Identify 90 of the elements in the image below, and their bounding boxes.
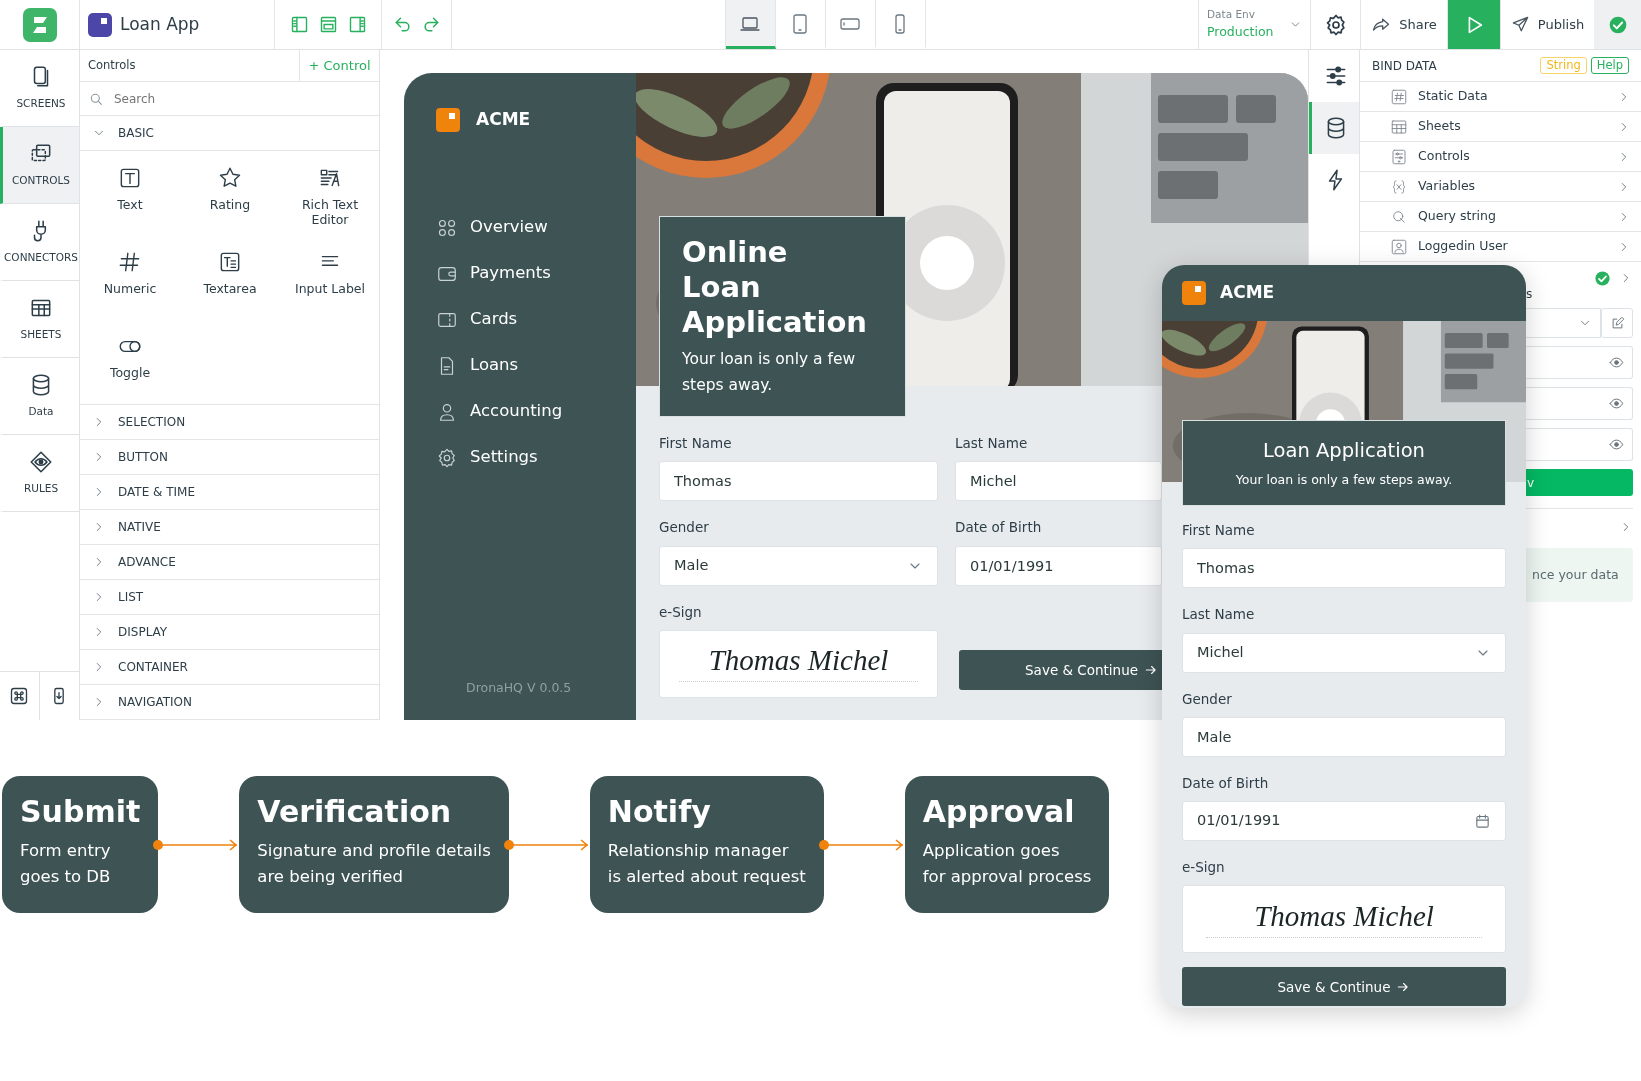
eye-icon (1609, 437, 1624, 452)
nav-item[interactable]: Loans (436, 342, 636, 389)
environment-dropdown[interactable]: Data Env Production (1199, 0, 1311, 49)
control-tile[interactable]: Rich Text Editor (280, 165, 380, 249)
eye-icon (1609, 396, 1624, 411)
panel-title: BIND DATA (1372, 57, 1438, 75)
signature-pad[interactable]: Thomas Michel (1182, 885, 1506, 954)
control-tile[interactable]: Rating (180, 165, 280, 249)
data-source-item[interactable]: Variables (1360, 172, 1641, 202)
category-header[interactable]: BASIC (80, 116, 379, 151)
text-field[interactable]: Thomas (659, 461, 938, 502)
data-source-item[interactable]: Query string (1360, 202, 1641, 232)
section-label: s (1526, 287, 1533, 301)
check-icon (1607, 14, 1628, 35)
category-header[interactable]: BUTTON (80, 440, 379, 475)
logo-icon[interactable] (22, 7, 57, 42)
eye-icon (1609, 355, 1624, 370)
rail-tab[interactable]: CONTROLS (0, 127, 79, 204)
field-label: First Name (659, 434, 733, 453)
category-header[interactable]: SELECTION (80, 405, 379, 440)
step-title: Submit (20, 794, 141, 830)
step-description: Application goes for approval process (922, 840, 1092, 888)
text-field[interactable]: Michel (955, 461, 1162, 502)
data-source-item[interactable]: Static Data (1360, 82, 1641, 112)
settings-icon (436, 446, 458, 469)
user-icon (1390, 237, 1408, 256)
select-field[interactable]: Michel (1182, 632, 1506, 673)
brand-icon (436, 107, 460, 132)
hash-icon (1390, 87, 1408, 106)
field-label: Date of Birth (955, 518, 1043, 538)
edit-icon (1609, 315, 1625, 331)
app-icon (88, 12, 112, 37)
control-tile[interactable]: Input Label (280, 249, 380, 333)
info-note: nce your data (1526, 548, 1633, 602)
field-label: First Name (1182, 521, 1256, 540)
data-source-item[interactable]: Loggedin User (1360, 232, 1641, 262)
field-label: Date of Birth (1182, 773, 1270, 793)
panel-title: Controls (87, 56, 137, 74)
step-description: Form entry goes to DB (20, 840, 112, 888)
signature-pad[interactable]: Thomas Michel (659, 629, 938, 698)
field-label: Gender (1182, 689, 1233, 709)
category-header[interactable]: ADVANCE (80, 545, 379, 580)
send-icon (1510, 15, 1530, 34)
field-label: Last Name (1182, 605, 1256, 625)
data-source-item[interactable]: Sheets (1360, 112, 1641, 142)
nav-item[interactable]: Payments (436, 250, 636, 297)
text-field[interactable]: Thomas (1182, 548, 1506, 589)
category-header[interactable]: DISPLAY (80, 615, 379, 650)
control-tile[interactable]: Text (80, 165, 180, 249)
version-label: DronaHQ V 0.0.5 (465, 679, 573, 698)
calendar-icon (1474, 812, 1491, 830)
nav-item[interactable]: Cards (436, 296, 636, 343)
step-description: Signature and profile details are being verified (257, 840, 491, 888)
nav-item[interactable]: Accounting (436, 388, 636, 435)
type-badge: String (1540, 57, 1587, 74)
app-name: Loan App (120, 12, 200, 36)
brand-name: ACME (476, 108, 531, 131)
nav-item[interactable]: Settings (436, 434, 636, 481)
step-title: Approval (922, 794, 1076, 830)
field-label: e-Sign (659, 602, 703, 622)
step-description: Relationship manager is alerted about request (607, 840, 806, 888)
control-tile[interactable]: Numeric (80, 249, 180, 333)
device-tab[interactable] (725, 0, 776, 49)
field-label: Last Name (955, 434, 1029, 453)
nav-item[interactable]: Overview (436, 204, 636, 251)
hero-title: Loan Application (1262, 438, 1426, 464)
save-button[interactable]: Save & Continue (959, 649, 1162, 690)
select-field[interactable]: Male (659, 545, 938, 586)
sliders-box-icon (1390, 147, 1408, 166)
panel-tab[interactable] (1309, 102, 1359, 154)
command-icon[interactable] (9, 686, 30, 706)
control-tile[interactable]: Textarea (180, 249, 280, 333)
data-source-item[interactable]: Controls (1360, 142, 1641, 172)
save-button[interactable]: Save & Continue (1182, 967, 1506, 1007)
text-field[interactable]: Male (1182, 716, 1506, 757)
field-label: e-Sign (1182, 858, 1226, 877)
category-header[interactable]: NAVIGATION (80, 685, 379, 720)
step-title: Notify (607, 794, 712, 830)
edit-button[interactable] (1601, 308, 1633, 338)
category-header[interactable]: DATE & TIME (80, 475, 379, 510)
braces-icon (1390, 177, 1408, 196)
category-header[interactable]: CONTAINER (80, 650, 379, 685)
field-label: Gender (659, 518, 710, 538)
table-icon (1390, 117, 1408, 136)
category-header[interactable]: LIST (80, 580, 379, 615)
text-field[interactable]: 01/01/1991 (955, 545, 1162, 586)
date-field[interactable]: 01/01/1991 (1182, 801, 1506, 841)
hero-subtitle: Your loan is only a few steps away. (1234, 471, 1454, 490)
step-title: Verification (257, 794, 453, 830)
category-header[interactable]: NATIVE (80, 510, 379, 545)
